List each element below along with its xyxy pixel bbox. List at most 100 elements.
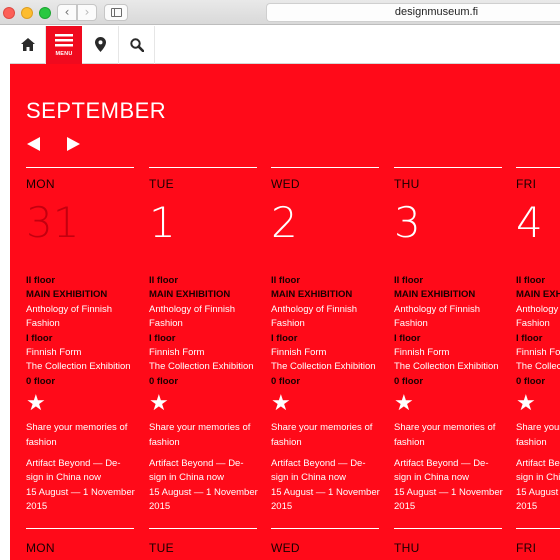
back-button[interactable]: ‹: [57, 4, 77, 21]
sidebar-toggle-button[interactable]: [104, 4, 128, 21]
event-link-cont[interactable]: sign in China now: [394, 471, 518, 485]
close-window-button[interactable]: [3, 7, 15, 19]
page-left-margin: [0, 26, 10, 560]
search-tab[interactable]: [119, 26, 155, 64]
home-tab[interactable]: [10, 26, 46, 64]
event-link[interactable]: Artifact Beyond — De-: [271, 457, 395, 471]
event-link[interactable]: Share your memories of: [149, 421, 273, 435]
star-icon: ★: [149, 391, 169, 417]
day-name: THU: [394, 177, 420, 191]
event-link[interactable]: Anthology of Finnish: [26, 303, 150, 317]
floor-label: I floor: [516, 332, 543, 344]
floor-label: 0 floor: [149, 375, 179, 387]
day-number[interactable]: 1: [149, 199, 176, 247]
event-link[interactable]: Share your memories of: [394, 421, 518, 435]
divider: [149, 167, 257, 168]
event-link[interactable]: Finnish Form: [26, 346, 150, 360]
floor-label: 0 floor: [516, 375, 546, 387]
event-link[interactable]: Finnish Form: [149, 346, 273, 360]
divider: [26, 167, 134, 168]
event-link[interactable]: Anthology of Finnish: [516, 303, 560, 317]
chevron-left-icon: ‹: [64, 5, 70, 19]
next-month-arrow-icon[interactable]: [67, 137, 80, 151]
event-link[interactable]: The Collection Exhibition: [26, 360, 150, 374]
event-link-cont[interactable]: sign in China now: [149, 471, 273, 485]
event-link-cont[interactable]: Fashion: [271, 317, 395, 331]
event-link-cont[interactable]: Fashion: [26, 317, 150, 331]
event-link[interactable]: Anthology of Finnish: [271, 303, 395, 317]
home-icon: [21, 38, 35, 51]
event-link-cont[interactable]: Fashion: [149, 317, 273, 331]
day-name: FRI: [516, 541, 537, 555]
event-link[interactable]: Anthology of Finnish: [394, 303, 518, 317]
forward-button[interactable]: ›: [77, 4, 97, 21]
minimize-window-button[interactable]: [21, 7, 33, 19]
floor-label: II floor: [26, 275, 56, 286]
event-link[interactable]: Finnish Form: [271, 346, 395, 360]
floor-label: II floor: [516, 275, 546, 286]
exhibition-heading: MAIN EXHIBITION: [516, 289, 560, 301]
event-link[interactable]: Share your memories of: [516, 421, 560, 435]
event-link[interactable]: The Collection Exhibition: [394, 360, 518, 374]
day-number[interactable]: 31: [26, 199, 79, 247]
event-link-cont[interactable]: Fashion: [394, 317, 518, 331]
event-link[interactable]: Finnish Form: [394, 346, 518, 360]
event-link[interactable]: Artifact Beyond — De-: [394, 457, 518, 471]
zoom-window-button[interactable]: [39, 7, 51, 19]
location-tab[interactable]: [83, 26, 119, 64]
day-events: II floor MAIN EXHIBITION Anthology of Fi…: [26, 274, 150, 515]
day-number[interactable]: 2: [271, 199, 298, 247]
calendar-panel: SEPTEMBER MON 31 II floor MAIN EXHIBITIO…: [10, 64, 560, 560]
event-link[interactable]: The Collection Exhibition: [149, 360, 273, 374]
event-link[interactable]: Anthology of Finnish: [149, 303, 273, 317]
day-number[interactable]: 3: [394, 199, 421, 247]
event-link-cont[interactable]: sign in China now: [516, 471, 560, 485]
event-link[interactable]: Share your memories of: [26, 421, 150, 435]
event-dates: 2015: [26, 501, 48, 513]
url-text: designmuseum.fi: [394, 6, 479, 18]
event-link-cont[interactable]: fashion: [149, 436, 273, 450]
event-link-cont[interactable]: sign in China now: [26, 471, 150, 485]
menu-label: MENU: [55, 51, 73, 57]
event-link[interactable]: The Collection Exhibition: [516, 360, 560, 374]
floor-label: 0 floor: [26, 375, 56, 387]
divider: [394, 167, 502, 168]
floor-label: II floor: [271, 275, 301, 286]
day-number[interactable]: 4: [516, 199, 543, 247]
floor-label: II floor: [394, 275, 424, 286]
event-link[interactable]: Artifact Beyond — De-: [26, 457, 150, 471]
event-link-cont[interactable]: fashion: [516, 436, 560, 450]
address-bar[interactable]: designmuseum.fi: [266, 3, 560, 22]
divider: [271, 528, 379, 529]
previous-month-arrow-icon[interactable]: [27, 137, 40, 151]
menu-tab[interactable]: MENU: [46, 26, 82, 64]
event-link[interactable]: Finnish Form: [516, 346, 560, 360]
site-navigation: MENU: [10, 26, 560, 64]
month-title: SEPTEMBER: [26, 98, 167, 123]
event-link[interactable]: Artifact Beyond — De-: [149, 457, 273, 471]
menu-icon: [55, 34, 73, 47]
event-link-cont[interactable]: fashion: [26, 436, 150, 450]
event-link-cont[interactable]: Fashion: [516, 317, 560, 331]
event-link-cont[interactable]: fashion: [394, 436, 518, 450]
day-name: WED: [271, 177, 300, 191]
divider: [516, 167, 560, 168]
event-link[interactable]: The Collection Exhibition: [271, 360, 395, 374]
event-link-cont[interactable]: sign in China now: [271, 471, 395, 485]
event-dates: 15 August — 1 November: [271, 486, 380, 498]
event-dates: 2015: [394, 501, 416, 513]
floor-label: I floor: [149, 332, 176, 344]
day-events: II floor MAIN EXHIBITION Anthology of Fi…: [149, 274, 273, 515]
event-dates: 2015: [516, 501, 538, 513]
event-link[interactable]: Artifact Beyond — De-: [516, 457, 560, 471]
event-link-cont[interactable]: fashion: [271, 436, 395, 450]
exhibition-heading: MAIN EXHIBITION: [26, 289, 108, 301]
exhibition-heading: MAIN EXHIBITION: [149, 289, 231, 301]
star-icon: ★: [26, 391, 46, 417]
day-events: II floor MAIN EXHIBITION Anthology of Fi…: [516, 274, 560, 515]
event-dates: 15 August — 1 November: [149, 486, 258, 498]
floor-label: II floor: [149, 275, 179, 286]
exhibition-heading: MAIN EXHIBITION: [271, 289, 353, 301]
event-link[interactable]: Share your memories of: [271, 421, 395, 435]
floor-label: I floor: [26, 332, 53, 344]
